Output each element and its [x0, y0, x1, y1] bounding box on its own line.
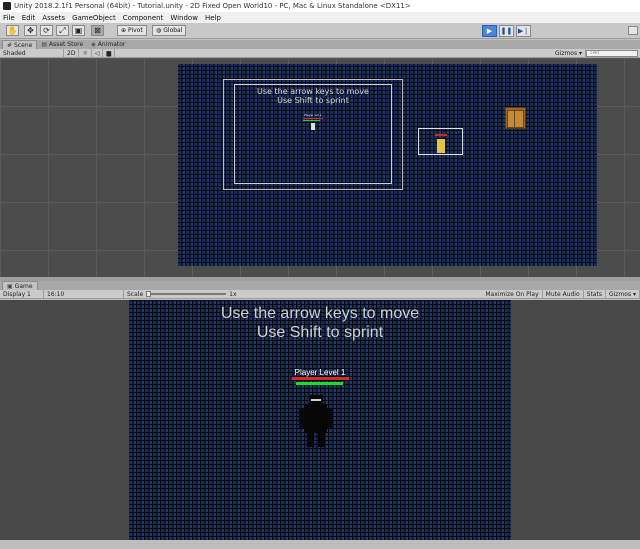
effects-dropdown[interactable]: ▆ — [103, 48, 116, 58]
menu-gameobject[interactable]: GameObject — [72, 14, 116, 22]
game-viewbar: Display 1 16:10 Scale 1x Maximize On Pla… — [0, 289, 640, 299]
scene-player-sprite — [311, 123, 315, 130]
scene-player-health-bar — [303, 118, 323, 119]
store-icon: ▤ — [41, 41, 47, 48]
global-toggle[interactable]: ◍ Global — [152, 25, 187, 36]
pause-button[interactable]: ❚❚ — [499, 25, 514, 37]
play-button[interactable]: ▶ — [482, 25, 497, 37]
player-leg-right — [318, 433, 325, 447]
pivot-label: Pivot — [128, 27, 143, 34]
display-label: Display 1 — [3, 290, 31, 298]
main-toolbar: ✋ ✥ ⟳ ⤢ ▣ ⊠ ⊕ Pivot ◍ Global ▶ ❚❚ ▶❘ — [0, 23, 640, 39]
game-view[interactable]: Use the arrow keys to move Use Shift to … — [0, 300, 640, 540]
npc-health-bar — [435, 134, 447, 136]
scale-slider-handle[interactable] — [146, 291, 152, 297]
player-leg-left — [307, 433, 314, 447]
scale-tool-icon[interactable]: ⤢ — [56, 25, 69, 36]
player-health-bar — [292, 377, 349, 380]
shading-mode-label: Shaded — [3, 49, 26, 57]
globe-icon: ◍ — [156, 27, 162, 34]
step-icon: ▶❘ — [517, 27, 530, 35]
scene-gizmos-label: Gizmos ▾ — [554, 49, 582, 57]
menubar: File Edit Assets GameObject Component Wi… — [0, 12, 640, 23]
scene-search-placeholder: All — [592, 50, 600, 56]
play-icon: ▶ — [486, 27, 493, 35]
player-character — [299, 395, 335, 447]
scene-player-object[interactable]: Player Lvl 1 — [303, 113, 323, 135]
pivot-toggle[interactable]: ⊕ Pivot — [117, 25, 147, 36]
scene-view[interactable]: Use the arrow keys to move Use Shift to … — [0, 58, 640, 277]
scene-icon: # — [7, 41, 13, 49]
scene-player-stamina-bar — [303, 120, 320, 121]
transform-tool-icon[interactable]: ⊠ — [91, 25, 104, 36]
mode-2d-toggle[interactable]: 2D — [64, 48, 80, 58]
tab-asset-store-label: Asset Store — [49, 41, 84, 48]
menu-edit[interactable]: Edit — [22, 14, 36, 22]
mute-audio-toggle[interactable]: Mute Audio — [543, 289, 584, 299]
player-torso — [305, 405, 327, 433]
rect-tool-icon[interactable]: ▣ — [72, 25, 85, 36]
tab-animator-label: Animator — [97, 41, 126, 48]
npc-sprite[interactable] — [437, 139, 445, 153]
pivot-icon: ⊕ — [121, 27, 127, 34]
player-stamina-bar — [296, 382, 343, 385]
pause-icon: ❚❚ — [500, 27, 513, 35]
scene-player-label: Player Lvl 1 — [304, 113, 322, 117]
scene-viewbar: Shaded 2D ☼ ◁ ▆ Gizmos ▾ ⌕ All — [0, 48, 640, 58]
scene-search-input[interactable]: ⌕ All — [586, 49, 638, 57]
rotate-tool-icon[interactable]: ⟳ — [40, 25, 53, 36]
scale-control: Scale 1x — [124, 290, 240, 299]
move-tool-icon[interactable]: ✥ — [24, 25, 37, 36]
game-gizmos-label: Gizmos ▾ — [608, 290, 636, 298]
scale-label: Scale — [127, 290, 144, 298]
menu-file[interactable]: File — [3, 14, 15, 22]
lighting-toggle[interactable]: ☼ — [79, 48, 92, 58]
speaker-icon: ◁ — [94, 49, 100, 57]
image-icon: ▆ — [106, 49, 112, 57]
mute-audio-label: Mute Audio — [545, 290, 580, 298]
sun-icon: ☼ — [82, 49, 88, 57]
window-titlebar: Unity 2018.2.1f1 Personal (64bit) - Tuto… — [0, 0, 640, 12]
collab-dropdown[interactable] — [628, 26, 638, 35]
unity-logo-icon — [3, 2, 11, 10]
scale-slider[interactable] — [146, 291, 227, 297]
game-hint-text: Use the arrow keys to move Use Shift to … — [129, 304, 511, 342]
display-dropdown[interactable]: Display 1 — [0, 289, 44, 299]
menu-window[interactable]: Window — [170, 14, 198, 22]
audio-toggle[interactable]: ◁ — [92, 48, 104, 58]
status-bar — [0, 540, 640, 549]
aspect-dropdown[interactable]: 16:10 — [44, 289, 124, 299]
menu-assets[interactable]: Assets — [42, 14, 65, 22]
aspect-label: 16:10 — [47, 290, 65, 298]
scale-value: 1x — [229, 290, 237, 298]
game-hint-line1: Use the arrow keys to move — [220, 305, 420, 322]
game-gizmos-dropdown[interactable]: Gizmos ▾ — [606, 289, 640, 299]
window-title: Unity 2018.2.1f1 Personal (64bit) - Tuto… — [14, 2, 411, 10]
tab-game-label: Game — [14, 282, 33, 290]
scene-hint-line1: Use the arrow keys to move — [257, 87, 369, 96]
hand-tool-icon[interactable]: ✋ — [6, 25, 19, 36]
maximize-on-play-label: Maximize On Play — [485, 290, 539, 298]
player-arm-left — [299, 408, 305, 428]
step-button[interactable]: ▶❘ — [516, 25, 531, 37]
mode-2d-label: 2D — [67, 49, 76, 57]
menu-component[interactable]: Component — [123, 14, 164, 22]
game-controller-icon: ▣ — [7, 282, 13, 290]
scene-gizmos-dropdown[interactable]: Gizmos ▾ — [552, 48, 586, 58]
maximize-on-play-toggle[interactable]: Maximize On Play — [482, 289, 543, 299]
scene-hint-text: Use the arrow keys to move Use Shift to … — [234, 87, 392, 105]
stats-label: Stats — [586, 290, 602, 298]
global-label: Global — [163, 27, 183, 34]
player-arm-right — [327, 408, 333, 428]
player-name-label: Player Level 1 — [294, 368, 346, 377]
game-hint-line2: Use Shift to sprint — [256, 324, 384, 341]
player-face — [311, 399, 321, 401]
shading-mode-dropdown[interactable]: Shaded — [0, 48, 64, 58]
animator-icon: ◈ — [91, 41, 96, 48]
menu-help[interactable]: Help — [205, 14, 221, 22]
door-sprite[interactable] — [505, 107, 526, 129]
tab-scene-label: Scene — [14, 41, 33, 49]
stats-toggle[interactable]: Stats — [584, 289, 606, 299]
scene-hint-line2: Use Shift to sprint — [277, 96, 349, 105]
